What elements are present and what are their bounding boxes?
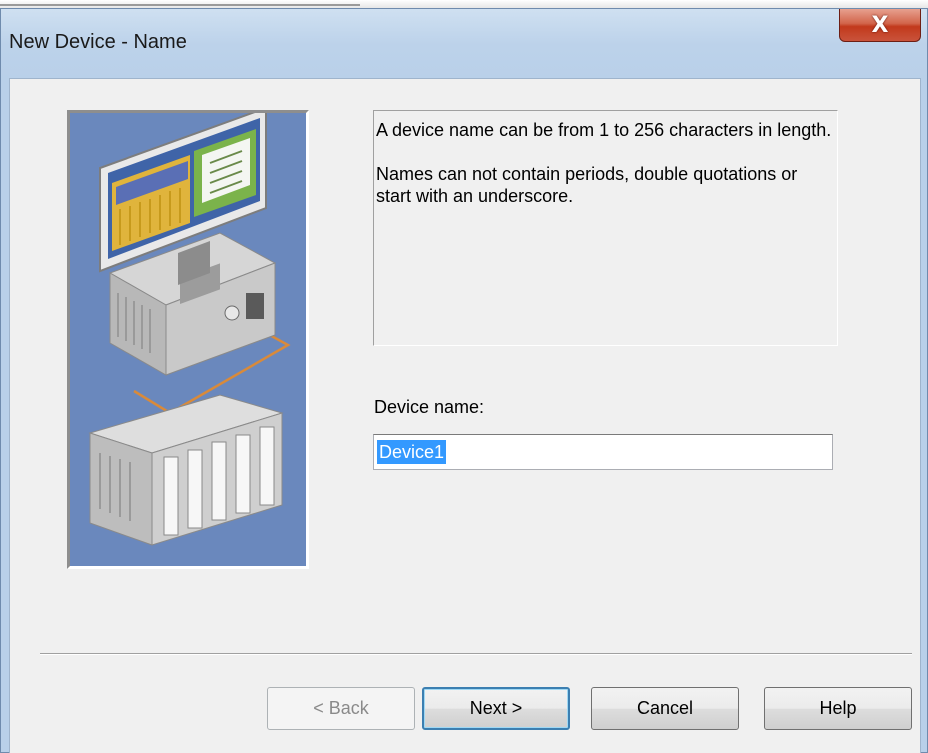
close-button[interactable]: X <box>839 9 921 42</box>
device-name-input[interactable]: Device1 <box>373 434 833 470</box>
dialog-body: A device name can be from 1 to 256 chara… <box>9 78 921 753</box>
computer-and-plc-illustration <box>88 113 291 546</box>
close-x-icon: X <box>871 12 889 38</box>
background-window-edge <box>0 0 928 8</box>
background-title-fragment <box>0 4 360 6</box>
back-button[interactable]: < Back <box>267 687 415 730</box>
disc-icon <box>224 305 240 321</box>
dialog-title: New Device - Name <box>9 31 187 53</box>
device-name-value: Device1 <box>377 440 447 464</box>
info-text-rules: Names can not contain periods, double qu… <box>376 164 798 206</box>
info-text-length: A device name can be from 1 to 256 chara… <box>376 120 832 140</box>
help-button[interactable]: Help <box>764 687 912 730</box>
device-name-label: Device name: <box>374 397 485 417</box>
info-panel: A device name can be from 1 to 256 chara… <box>373 110 838 346</box>
cancel-button[interactable]: Cancel <box>591 687 739 730</box>
next-button[interactable]: Next > <box>422 687 570 730</box>
wizard-illustration <box>67 110 309 569</box>
button-separator <box>40 653 912 655</box>
dialog-window: New Device - Name X A device name can be… <box>0 8 928 753</box>
